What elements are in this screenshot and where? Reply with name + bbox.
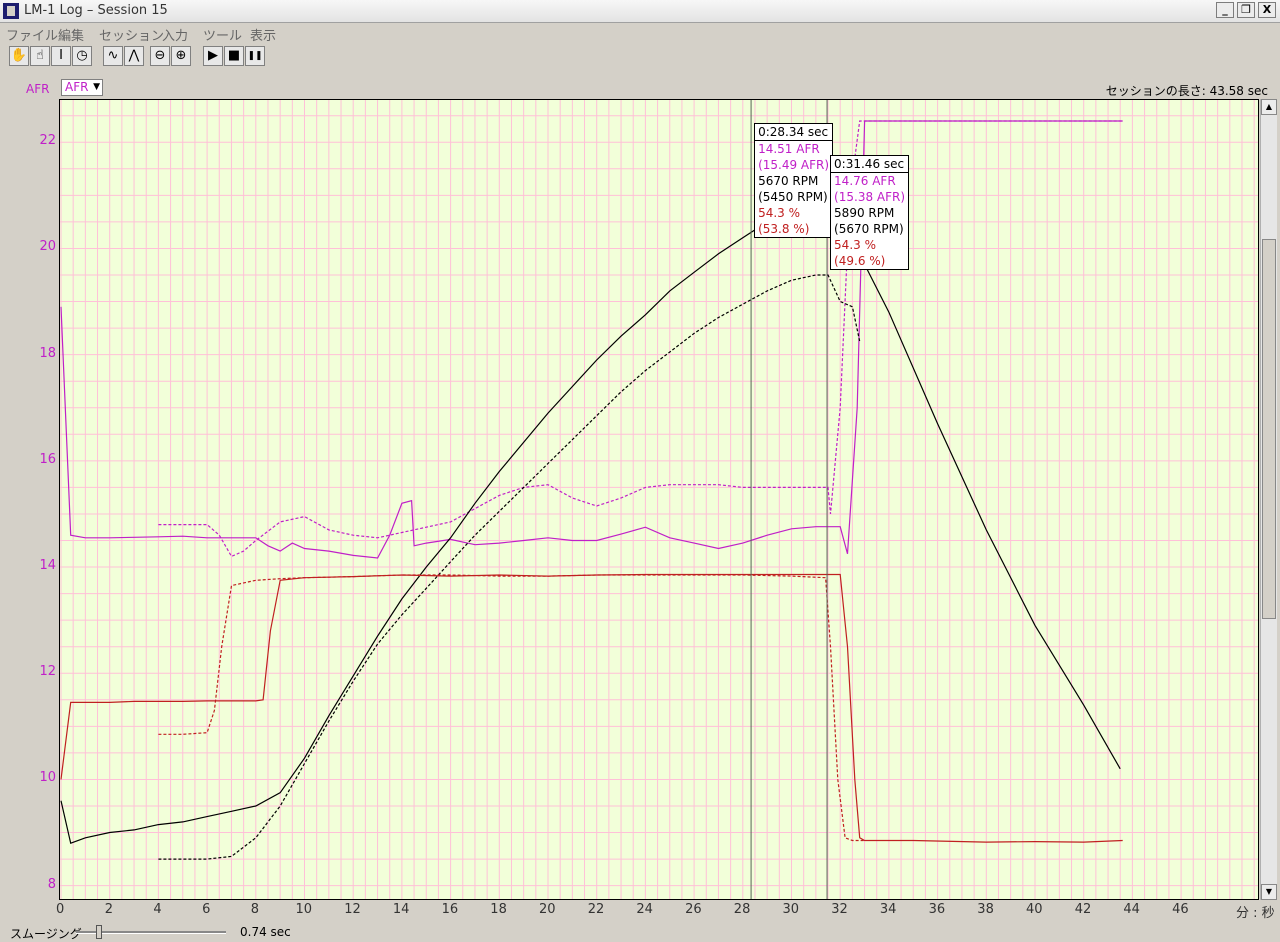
app-icon [3, 3, 19, 19]
y-tick-label: 16 [39, 451, 56, 467]
x-tick-label: 30 [782, 902, 800, 917]
cursor-value: 14.76 AFR [834, 174, 896, 188]
cursor-time: 0:28.34 sec [755, 124, 833, 141]
x-tick-label: 34 [879, 902, 897, 917]
smoothing-slider-thumb[interactable] [95, 925, 102, 939]
series-line-2 [60, 194, 1121, 844]
y-tick-label: 22 [39, 133, 56, 149]
x-tick-label: 22 [587, 902, 605, 917]
chevron-down-icon: ▼ [93, 82, 100, 92]
scroll-thumb[interactable] [1262, 239, 1276, 619]
x-tick-label: 32 [831, 902, 848, 917]
series-line-1 [158, 120, 1123, 558]
menu-tools[interactable]: ツール [203, 25, 242, 44]
cursor-value: (5450 RPM) [758, 190, 828, 204]
x-axis-unit: 分 : 秒 [1236, 906, 1275, 921]
restore-button[interactable]: ❐ [1237, 2, 1255, 18]
menu-input[interactable]: 入力 [162, 25, 188, 44]
menu-view[interactable]: 表示 [250, 25, 276, 44]
y-tick-label: 12 [39, 664, 56, 680]
smoothing-label: スムージング [10, 927, 82, 941]
chart-svg [60, 100, 1258, 899]
grid [60, 100, 1258, 899]
vertical-scrollbar[interactable]: ▲ ▼ [1260, 99, 1277, 900]
y-tick-label: 8 [47, 876, 56, 892]
x-tick-label: 28 [733, 902, 751, 917]
clock-icon[interactable]: ◷ [72, 46, 92, 66]
y-axis-select[interactable]: AFR ▼ [61, 79, 103, 96]
x-tick-label: 18 [490, 902, 507, 917]
x-tick-label: 38 [977, 902, 994, 917]
x-tick-label: 26 [685, 902, 702, 917]
menu-edit[interactable]: 編集 [58, 25, 84, 44]
pause-icon[interactable]: ❚❚ [245, 46, 265, 66]
cursor-value: 5670 RPM [758, 174, 819, 188]
wave-icon[interactable]: ∿ [103, 46, 123, 66]
x-tick-label: 44 [1123, 902, 1140, 917]
x-tick-label: 46 [1172, 902, 1189, 917]
title-bar: LM-1 Log – Session 15 _ ❐ X [0, 0, 1280, 23]
menu-session[interactable]: セッション [99, 25, 164, 44]
scroll-down-icon[interactable]: ▼ [1261, 884, 1277, 900]
window-title: LM-1 Log – Session 15 [24, 3, 168, 18]
y-axis-select-value: AFR [65, 80, 89, 94]
text-cursor-icon[interactable]: I [51, 46, 71, 66]
menu-file[interactable]: ファイル [6, 25, 58, 44]
stop-icon[interactable]: ■ [224, 46, 244, 66]
y-axis-label: AFR [26, 82, 50, 96]
scroll-up-icon[interactable]: ▲ [1261, 99, 1277, 115]
series-line-0 [60, 120, 1123, 559]
y-tick-label: 10 [39, 770, 56, 786]
menu-bar: ファイル 編集 セッション 入力 ツール 表示 [0, 23, 1280, 44]
x-tick-label: 0 [56, 902, 65, 917]
x-tick-label: 24 [636, 902, 653, 917]
x-tick-label: 2 [104, 902, 113, 917]
smoothing-value: 0.74 sec [240, 925, 291, 939]
cursor-readout: 0:31.46 sec 14.76 AFR (15.38 AFR) 5890 RPM (… [830, 155, 910, 270]
cursor-value: (15.49 AFR) [758, 158, 830, 172]
session-length: セッションの長さ: 43.58 sec [1105, 84, 1268, 98]
x-tick-label: 12 [344, 902, 361, 917]
series-line-4 [60, 573, 1123, 843]
zoom-in-icon[interactable]: ⊕ [171, 46, 191, 66]
cursor-value: 5890 RPM [834, 206, 895, 220]
x-tick-label: 40 [1026, 902, 1043, 917]
log-chart[interactable] [59, 99, 1259, 900]
play-icon[interactable]: ▶ [203, 46, 223, 66]
cursor-value: (53.8 %) [758, 222, 810, 236]
x-tick-label: 36 [928, 902, 946, 917]
hand-cursor-icon[interactable]: ☝ [30, 46, 50, 66]
close-button[interactable]: X [1258, 2, 1276, 18]
x-tick-label: 10 [295, 902, 313, 917]
y-tick-label: 18 [39, 345, 56, 361]
x-tick-label: 42 [1074, 902, 1092, 917]
cursor-value: (49.6 %) [834, 254, 886, 268]
x-tick-label: 8 [250, 902, 260, 917]
spike-icon[interactable]: ⋀ [124, 46, 144, 66]
cursor-value: 14.51 AFR [758, 142, 820, 156]
zoom-out-icon[interactable]: ⊖ [150, 46, 170, 66]
x-tick-label: 20 [539, 902, 556, 917]
cursor-readout: 0:28.34 sec 14.51 AFR (15.49 AFR) 5670 RPM (… [754, 123, 834, 238]
y-tick-label: 14 [39, 558, 56, 574]
x-tick-label: 6 [202, 902, 211, 917]
smoothing-bar: スムージング 0.74 sec [0, 922, 1280, 942]
x-tick-label: 16 [441, 902, 459, 917]
cursor-value: (15.38 AFR) [834, 190, 906, 204]
cursor-value: 54.3 % [834, 238, 876, 252]
cursor-time: 0:31.46 sec [831, 156, 909, 173]
x-tick-label: 4 [153, 902, 162, 917]
cursor-value: 54.3 % [758, 206, 801, 220]
cursor-value: (5670 RPM) [834, 222, 904, 236]
toolbar: ✋ ☝ I ◷ ∿ ⋀ ⊖ ⊕ ▶ ■ ❚❚ [0, 44, 1280, 68]
y-tick-label: 20 [39, 239, 56, 255]
x-tick-label: 14 [392, 902, 410, 917]
hand-icon[interactable]: ✋ [9, 46, 29, 66]
minimize-button[interactable]: _ [1216, 2, 1234, 18]
